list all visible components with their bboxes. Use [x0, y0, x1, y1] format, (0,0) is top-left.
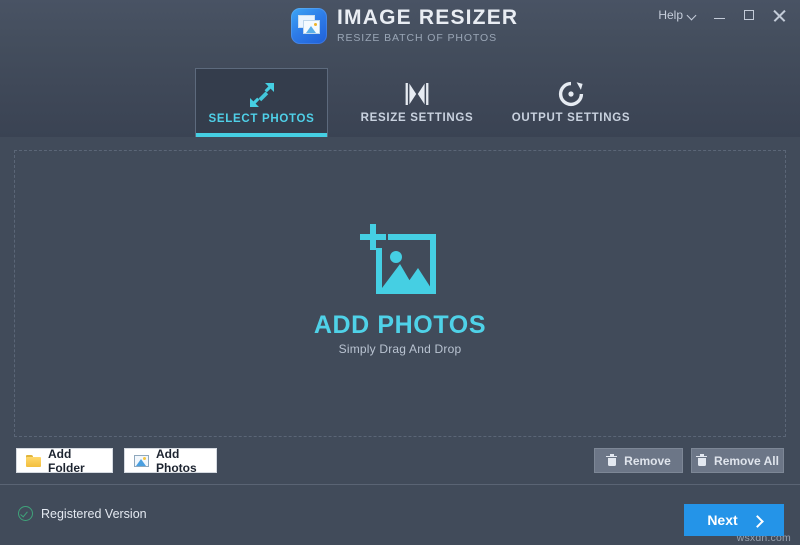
add-folder-label: Add Folder [48, 446, 85, 475]
dropzone-title: ADD PHOTOS [313, 311, 487, 339]
registration-status-label: Registered Version [41, 506, 147, 521]
minimize-icon [713, 17, 725, 20]
registration-status: Registered Version [18, 506, 147, 521]
chevron-right-icon [752, 516, 761, 525]
remove-label: Remove [624, 453, 671, 468]
add-photos-dropzone[interactable]: ADD PHOTOS Simply Drag And Drop [14, 150, 786, 437]
collapse-arrows-icon [402, 77, 432, 111]
photo-icon [134, 454, 149, 467]
help-menu-button[interactable]: Help [651, 4, 704, 26]
tab-resize-settings[interactable]: RESIZE SETTINGS [352, 68, 482, 137]
check-circle-icon [18, 506, 33, 521]
image-stack-icon [291, 8, 327, 44]
tab-select-photos-label: SELECT PHOTOS [208, 113, 315, 125]
trash-icon [696, 454, 708, 467]
remove-all-label: Remove All [714, 453, 779, 468]
tab-select-photos[interactable]: SELECT PHOTOS [195, 68, 328, 137]
chevron-down-icon [688, 11, 697, 20]
action-bar: Add Folder Add Photos Remove Remove All [0, 446, 800, 478]
minimize-button[interactable] [704, 2, 734, 28]
add-photos-label: Add Photos [156, 446, 197, 475]
logo-photo-front [303, 20, 320, 34]
expand-arrows-icon [247, 78, 277, 112]
active-tab-indicator [196, 133, 327, 137]
next-button[interactable]: Next [684, 504, 784, 536]
close-button[interactable] [764, 2, 794, 28]
refresh-circle-icon [556, 77, 586, 111]
dropzone-content: ADD PHOTOS Simply Drag And Drop [314, 223, 486, 356]
folder-icon [26, 454, 41, 467]
app-header: IMAGE RESIZER RESIZE BATCH OF PHOTOS Hel… [0, 0, 800, 137]
window-controls: Help [651, 0, 794, 30]
tab-resize-settings-label: RESIZE SETTINGS [360, 112, 474, 124]
tab-output-settings[interactable]: OUTPUT SETTINGS [506, 68, 636, 137]
maximize-button[interactable] [734, 2, 764, 28]
title-bar: IMAGE RESIZER RESIZE BATCH OF PHOTOS Hel… [0, 0, 800, 56]
app-branding: IMAGE RESIZER RESIZE BATCH OF PHOTOS [291, 7, 518, 45]
tab-bar: SELECT PHOTOS RESIZE SETTINGS OUTPUT SET… [0, 68, 800, 137]
maximize-icon [744, 10, 754, 20]
footer-bar: Registered Version wsxdn.com [0, 485, 800, 545]
trash-icon [606, 454, 618, 467]
app-title: IMAGE RESIZER [337, 6, 519, 29]
brand-text: IMAGE RESIZER RESIZE BATCH OF PHOTOS [337, 7, 518, 45]
remove-button[interactable]: Remove [594, 448, 683, 473]
next-button-label: Next [707, 512, 738, 528]
add-photos-button[interactable]: Add Photos [124, 446, 217, 475]
add-photo-icon [352, 223, 448, 299]
app-subtitle: RESIZE BATCH OF PHOTOS [337, 32, 498, 44]
dropzone-subtitle: Simply Drag And Drop [338, 342, 462, 356]
add-folder-button[interactable]: Add Folder [16, 446, 113, 475]
remove-all-button[interactable]: Remove All [691, 448, 784, 473]
help-label: Help [658, 8, 683, 22]
tab-output-settings-label: OUTPUT SETTINGS [511, 112, 631, 124]
image-resizer-window: IMAGE RESIZER RESIZE BATCH OF PHOTOS Hel… [0, 0, 800, 545]
close-icon [773, 9, 786, 22]
